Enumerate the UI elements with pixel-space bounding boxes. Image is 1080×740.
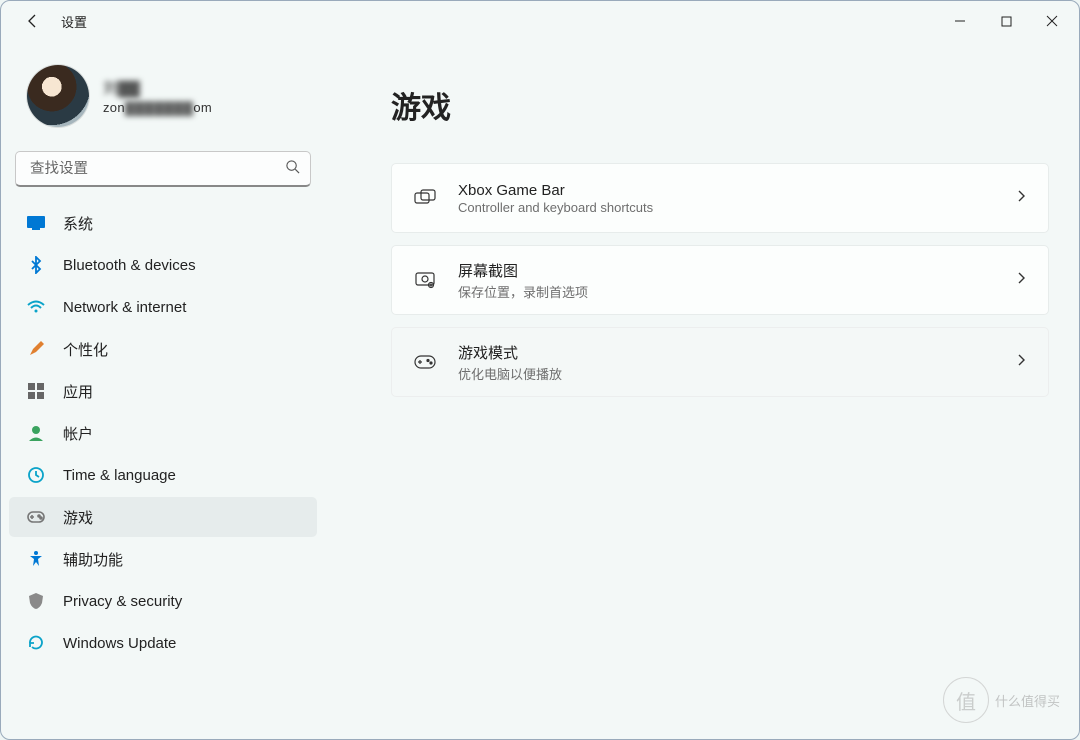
watermark-text: 什么值得买 <box>995 691 1060 710</box>
sidebar-item-apps[interactable]: 应用 <box>9 371 317 411</box>
search-wrap <box>9 145 331 197</box>
back-button[interactable] <box>17 5 49 37</box>
controller-icon <box>414 351 436 373</box>
card-sub: Controller and keyboard shortcuts <box>458 200 653 215</box>
gamebar-icon <box>414 187 436 209</box>
main-panel: 游戏 Xbox Game Bar Controller and keyboard… <box>331 41 1079 739</box>
sidebar-item-update[interactable]: Windows Update <box>9 623 317 663</box>
nav-label: 帐户 <box>63 423 93 444</box>
card-sub: 保存位置，录制首选项 <box>458 282 588 301</box>
avatar <box>27 65 89 127</box>
accessibility-icon <box>27 550 45 568</box>
system-icon <box>27 214 45 232</box>
settings-window: 设置 刘▓▓ zon▓▓▓▓▓▓▓om <box>0 0 1080 740</box>
email-blur: ▓▓▓▓▓▓▓ <box>125 100 193 115</box>
card-xbox-game-bar[interactable]: Xbox Game Bar Controller and keyboard sh… <box>391 163 1049 233</box>
nav-label: Time & language <box>63 467 176 484</box>
update-icon <box>27 634 45 652</box>
card-captures[interactable]: 屏幕截图 保存位置，录制首选项 <box>391 245 1049 315</box>
apps-icon <box>27 382 45 400</box>
email-prefix: zon <box>103 100 125 115</box>
card-text: 屏幕截图 保存位置，录制首选项 <box>458 260 588 301</box>
person-icon <box>27 424 45 442</box>
nav-label: Network & internet <box>63 299 186 316</box>
shield-icon <box>27 592 45 610</box>
close-button[interactable] <box>1029 5 1075 37</box>
close-icon <box>1046 15 1058 27</box>
nav-list: 系统 Bluetooth & devices Network & interne… <box>9 197 331 665</box>
card-text: 游戏模式 优化电脑以便播放 <box>458 342 562 383</box>
card-title: 游戏模式 <box>458 342 562 363</box>
sidebar: 刘▓▓ zon▓▓▓▓▓▓▓om 系统 <box>1 41 331 739</box>
card-game-mode[interactable]: 游戏模式 优化电脑以便播放 <box>391 327 1049 397</box>
nav-label: 应用 <box>63 381 93 402</box>
app-title: 设置 <box>61 12 87 31</box>
sidebar-item-privacy[interactable]: Privacy & security <box>9 581 317 621</box>
wifi-icon <box>27 298 45 316</box>
search-box[interactable] <box>15 151 311 187</box>
card-text: Xbox Game Bar Controller and keyboard sh… <box>458 182 653 215</box>
chevron-right-icon <box>1016 271 1026 290</box>
nav-label: Privacy & security <box>63 593 182 610</box>
nav-label: 辅助功能 <box>63 549 123 570</box>
card-title: 屏幕截图 <box>458 260 588 281</box>
search-input[interactable] <box>28 160 285 178</box>
sidebar-item-system[interactable]: 系统 <box>9 203 317 243</box>
sidebar-item-bluetooth[interactable]: Bluetooth & devices <box>9 245 317 285</box>
card-sub: 优化电脑以便播放 <box>458 364 562 383</box>
nav-label: Bluetooth & devices <box>63 257 196 274</box>
nav-label: 个性化 <box>63 339 108 360</box>
chevron-right-icon <box>1016 353 1026 372</box>
maximize-button[interactable] <box>983 5 1029 37</box>
watermark-badge: 值 <box>943 677 989 723</box>
content-area: 刘▓▓ zon▓▓▓▓▓▓▓om 系统 <box>1 41 1079 739</box>
brush-icon <box>27 340 45 358</box>
nav-label: 游戏 <box>63 507 93 528</box>
nav-label: Windows Update <box>63 635 176 652</box>
sidebar-item-time[interactable]: Time & language <box>9 455 317 495</box>
page-title: 游戏 <box>391 83 1049 127</box>
arrow-left-icon <box>25 13 41 29</box>
profile-block[interactable]: 刘▓▓ zon▓▓▓▓▓▓▓om <box>9 51 331 145</box>
minimize-button[interactable] <box>937 5 983 37</box>
gaming-icon <box>27 508 45 526</box>
search-icon <box>285 159 300 179</box>
chevron-right-icon <box>1016 189 1026 208</box>
clock-icon <box>27 466 45 484</box>
bluetooth-icon <box>27 256 45 274</box>
profile-name: 刘▓▓ <box>103 77 163 98</box>
nav-label: 系统 <box>63 213 93 234</box>
titlebar: 设置 <box>1 1 1079 41</box>
sidebar-item-network[interactable]: Network & internet <box>9 287 317 327</box>
card-title: Xbox Game Bar <box>458 182 653 199</box>
sidebar-item-gaming[interactable]: 游戏 <box>9 497 317 537</box>
maximize-icon <box>1001 16 1012 27</box>
sidebar-item-accounts[interactable]: 帐户 <box>9 413 317 453</box>
capture-icon <box>414 269 436 291</box>
window-controls <box>937 5 1075 37</box>
watermark: 值 什么值得买 <box>943 665 1073 735</box>
profile-email: zon▓▓▓▓▓▓▓om <box>103 100 212 115</box>
minimize-icon <box>954 15 966 27</box>
sidebar-item-accessibility[interactable]: 辅助功能 <box>9 539 317 579</box>
sidebar-item-personalization[interactable]: 个性化 <box>9 329 317 369</box>
profile-text: 刘▓▓ zon▓▓▓▓▓▓▓om <box>103 77 212 115</box>
email-suffix: om <box>193 100 212 115</box>
